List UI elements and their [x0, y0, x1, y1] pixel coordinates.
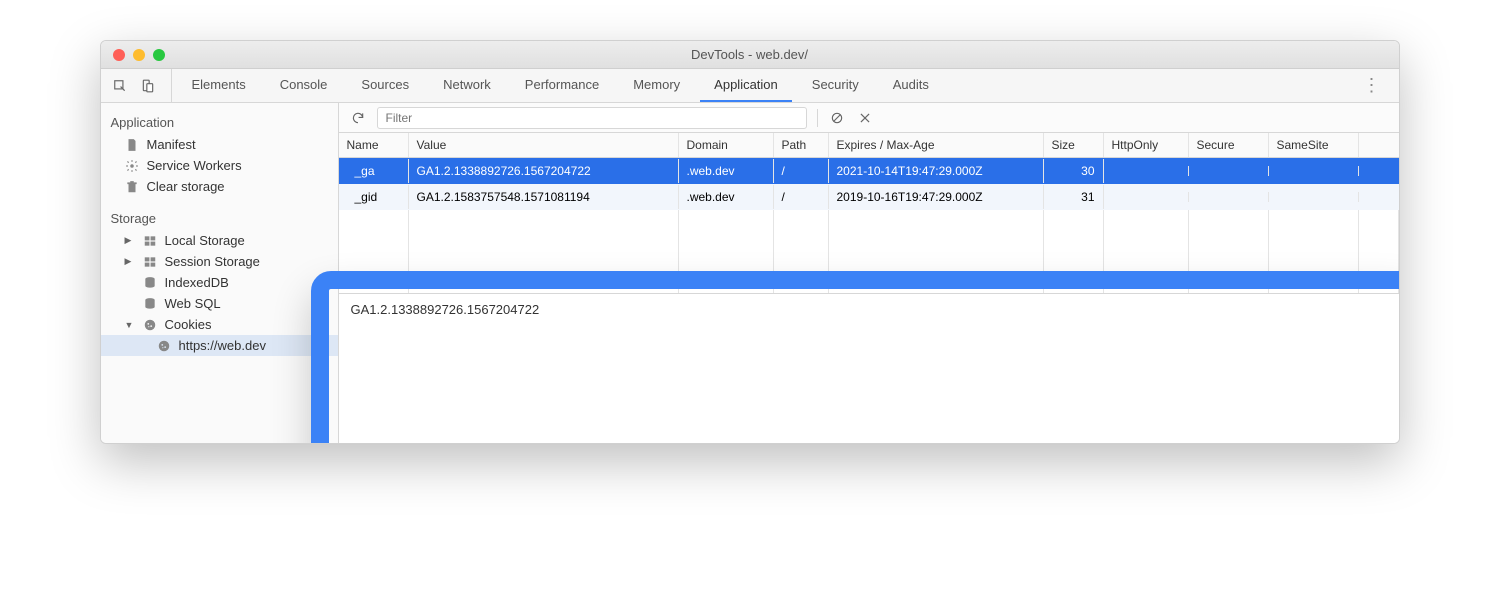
col-samesite[interactable]: SameSite: [1269, 133, 1359, 157]
table-row[interactable]: _ga GA1.2.1338892726.1567204722 .web.dev…: [339, 158, 1399, 184]
expand-icon: ▶: [125, 235, 135, 246]
sidebar-item-label: Service Workers: [147, 158, 242, 173]
cookie-detail-value: GA1.2.1338892726.1567204722: [351, 302, 540, 317]
minimize-window-button[interactable]: [133, 49, 145, 61]
sidebar-item-indexeddb[interactable]: ▶ IndexedDB: [101, 272, 338, 293]
cell-size: 30: [1044, 159, 1104, 183]
col-expires[interactable]: Expires / Max-Age: [829, 133, 1044, 157]
col-size[interactable]: Size: [1044, 133, 1104, 157]
tab-elements[interactable]: Elements: [178, 69, 260, 102]
tab-audits[interactable]: Audits: [879, 69, 943, 102]
collapse-icon: ▼: [125, 320, 135, 330]
col-secure[interactable]: Secure: [1189, 133, 1269, 157]
sidebar-item-manifest[interactable]: Manifest: [101, 134, 338, 155]
sidebar-item-label: Cookies: [165, 317, 212, 332]
sidebar-section-storage: Storage: [101, 207, 338, 230]
application-sidebar: Application Manifest Service Workers Cle…: [101, 103, 339, 443]
sidebar-section-application: Application: [101, 111, 338, 134]
sidebar-item-label: Clear storage: [147, 179, 225, 194]
tab-memory[interactable]: Memory: [619, 69, 694, 102]
sidebar-item-label: Session Storage: [165, 254, 260, 269]
sidebar-item-service-workers[interactable]: Service Workers: [101, 155, 338, 176]
devtools-tabs: Elements Console Sources Network Perform…: [101, 69, 1399, 103]
tab-console[interactable]: Console: [266, 69, 342, 102]
cell-value: GA1.2.1338892726.1567204722: [409, 159, 679, 183]
cell-httponly: [1104, 166, 1189, 176]
tab-application[interactable]: Application: [700, 69, 792, 102]
close-window-button[interactable]: [113, 49, 125, 61]
sidebar-item-web-sql[interactable]: ▶ Web SQL: [101, 293, 338, 314]
tab-network[interactable]: Network: [429, 69, 505, 102]
maximize-window-button[interactable]: [153, 49, 165, 61]
sidebar-item-label: Web SQL: [165, 296, 221, 311]
sidebar-item-local-storage[interactable]: ▶ Local Storage: [101, 230, 338, 251]
refresh-icon[interactable]: [349, 109, 367, 127]
cell-path: /: [774, 159, 829, 183]
clear-all-icon[interactable]: [828, 109, 846, 127]
col-path[interactable]: Path: [774, 133, 829, 157]
sidebar-item-cookies[interactable]: ▼ Cookies: [101, 314, 338, 335]
inspect-element-icon[interactable]: [111, 77, 129, 95]
window-title: DevTools - web.dev/: [113, 47, 1387, 62]
cell-name: _gid: [339, 185, 409, 209]
expand-icon: ▶: [125, 256, 135, 267]
delete-selected-icon[interactable]: [856, 109, 874, 127]
traffic-lights: [113, 49, 165, 61]
sidebar-item-label: https://web.dev: [179, 338, 266, 353]
cell-value: GA1.2.1583757548.1571081194: [409, 185, 679, 209]
more-options-icon[interactable]: ⋮: [1355, 75, 1389, 96]
table-empty-area: [339, 210, 1399, 293]
col-value[interactable]: Value: [409, 133, 679, 157]
cell-domain: .web.dev: [679, 159, 774, 183]
tab-performance[interactable]: Performance: [511, 69, 613, 102]
table-row[interactable]: _gid GA1.2.1583757548.1571081194 .web.de…: [339, 184, 1399, 210]
col-domain[interactable]: Domain: [679, 133, 774, 157]
device-toggle-icon[interactable]: [139, 77, 157, 95]
cell-secure: [1189, 166, 1269, 176]
sidebar-item-clear-storage[interactable]: Clear storage: [101, 176, 338, 197]
tab-security[interactable]: Security: [798, 69, 873, 102]
cell-expires: 2021-10-14T19:47:29.000Z: [829, 159, 1044, 183]
sidebar-item-label: Local Storage: [165, 233, 245, 248]
sidebar-item-label: IndexedDB: [165, 275, 229, 290]
cookie-detail-pane: GA1.2.1338892726.1567204722: [339, 293, 1399, 443]
cell-name: _ga: [339, 159, 409, 183]
devtools-window: DevTools - web.dev/ Elements Console Sou…: [100, 40, 1400, 444]
sidebar-item-label: Manifest: [147, 137, 196, 152]
cookies-toolbar: [339, 103, 1399, 133]
cell-secure: [1189, 192, 1269, 202]
table-header: Name Value Domain Path Expires / Max-Age…: [339, 133, 1399, 158]
cell-path: /: [774, 185, 829, 209]
tab-sources[interactable]: Sources: [347, 69, 423, 102]
cell-httponly: [1104, 192, 1189, 202]
cookies-panel: Name Value Domain Path Expires / Max-Age…: [339, 103, 1399, 443]
cell-samesite: [1269, 166, 1359, 176]
cell-size: 31: [1044, 185, 1104, 209]
cookies-table: Name Value Domain Path Expires / Max-Age…: [339, 133, 1399, 293]
cell-domain: .web.dev: [679, 185, 774, 209]
cell-expires: 2019-10-16T19:47:29.000Z: [829, 185, 1044, 209]
cell-samesite: [1269, 192, 1359, 202]
titlebar: DevTools - web.dev/: [101, 41, 1399, 69]
col-httponly[interactable]: HttpOnly: [1104, 133, 1189, 157]
col-name[interactable]: Name: [339, 133, 409, 157]
sidebar-item-cookies-origin[interactable]: https://web.dev: [101, 335, 338, 356]
sidebar-item-session-storage[interactable]: ▶ Session Storage: [101, 251, 338, 272]
filter-input[interactable]: [377, 107, 807, 129]
